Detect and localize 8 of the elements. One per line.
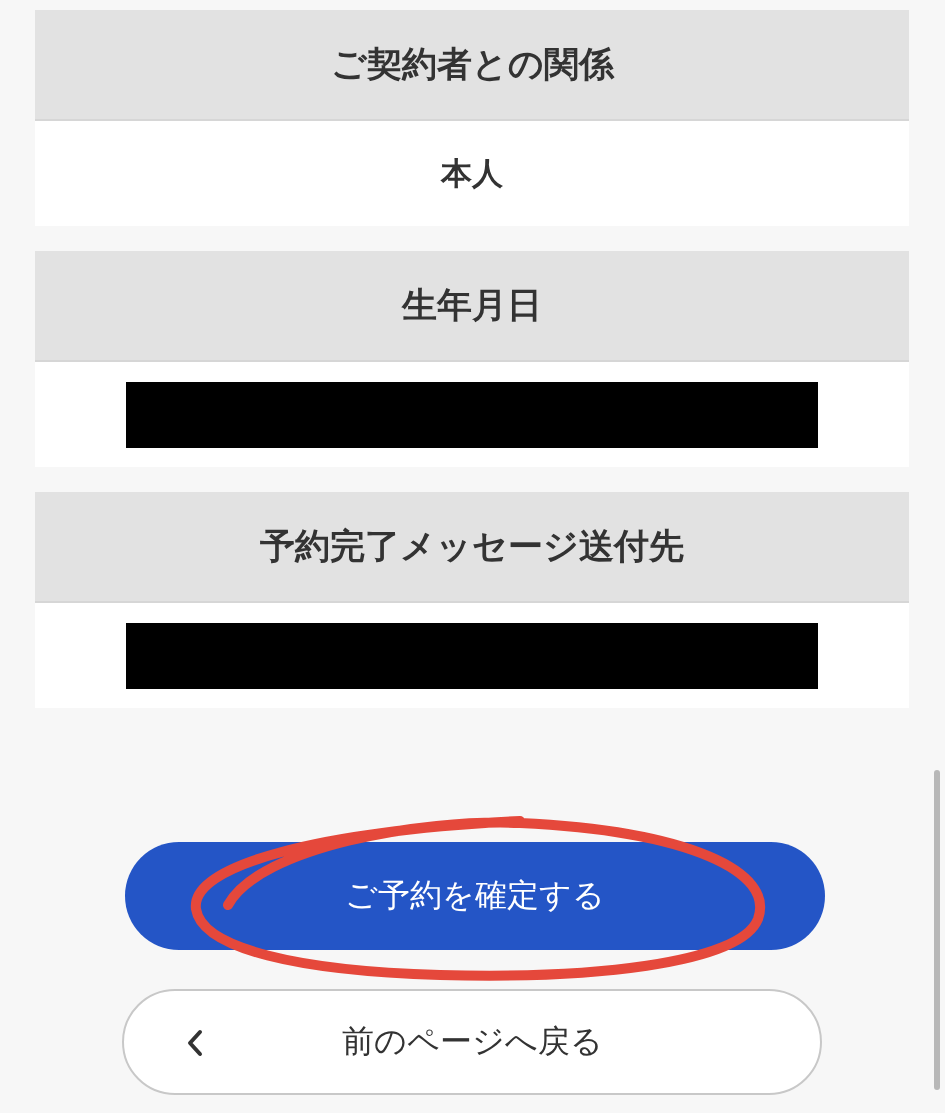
section-value: 本人	[441, 153, 503, 193]
scrollbar[interactable]	[934, 770, 940, 1090]
section-header: 予約完了メッセージ送付先	[35, 492, 909, 603]
section-header: 生年月日	[35, 251, 909, 362]
section-header: ご契約者との関係	[35, 10, 909, 121]
chevron-left-icon	[186, 1029, 204, 1057]
back-button[interactable]: 前のページへ戻る	[122, 989, 822, 1095]
confirm-button[interactable]: ご予約を確定する	[124, 842, 825, 950]
